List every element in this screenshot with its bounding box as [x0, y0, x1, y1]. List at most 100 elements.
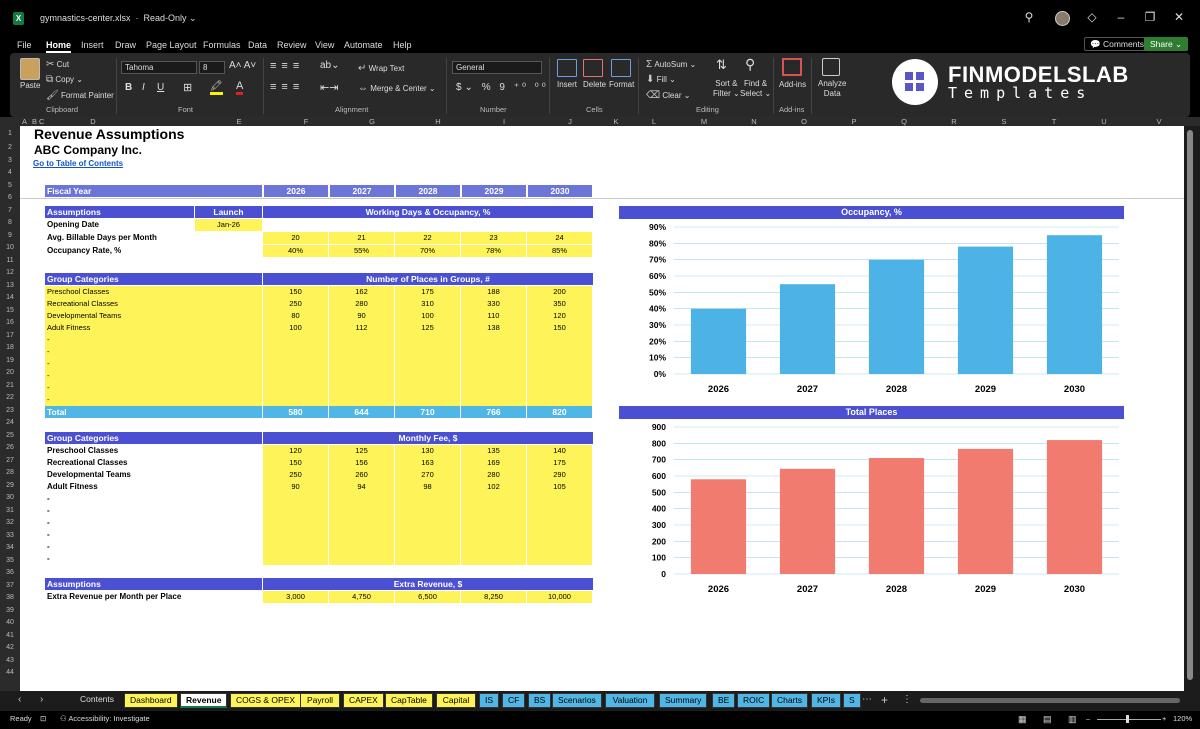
extra-revenue-cell[interactable]: 3,000 — [263, 591, 328, 603]
row-header-35[interactable]: 35 — [0, 555, 20, 568]
fee-cell[interactable]: 98 — [395, 481, 460, 493]
prev-sheet-icon[interactable]: ‹ — [18, 694, 21, 705]
places-cell[interactable] — [527, 382, 592, 394]
row-header-9[interactable]: 9 — [0, 230, 20, 243]
indent-icons[interactable]: ⇤⇥ — [320, 81, 338, 94]
menu-home[interactable]: Home — [46, 40, 72, 53]
bold-button[interactable]: B — [125, 82, 132, 93]
row-header-21[interactable]: 21 — [0, 380, 20, 393]
diamond-icon[interactable]: ◇ — [1083, 10, 1101, 24]
sheet-tab-payroll[interactable]: Payroll — [300, 693, 340, 708]
horizontal-scrollbar[interactable] — [920, 698, 1180, 703]
font-name-select[interactable]: Tahoma — [121, 61, 197, 74]
column-header-l[interactable]: L — [629, 117, 679, 126]
fee-cell[interactable] — [263, 493, 328, 505]
add-sheet-icon[interactable]: + — [881, 693, 888, 707]
fee-cell[interactable]: 105 — [527, 481, 592, 493]
places-cell[interactable]: 150 — [263, 286, 328, 298]
sheet-tab-charts[interactable]: Charts — [771, 693, 809, 708]
places-cell[interactable] — [263, 394, 328, 406]
merge-center-button[interactable]: ⇔ Merge & Center ⌄ — [358, 83, 436, 94]
extra-revenue-cell[interactable]: 6,500 — [395, 591, 460, 603]
places-cell[interactable] — [461, 346, 526, 358]
format-painter-button[interactable]: 🖌 Format Painter — [46, 90, 114, 101]
fill-color-icon[interactable]: 🖍 — [210, 81, 223, 95]
places-category-label[interactable]: - — [45, 370, 262, 382]
fee-cell[interactable] — [461, 517, 526, 529]
fee-cell[interactable] — [263, 517, 328, 529]
opening-date-value[interactable]: Jan-26 — [195, 219, 262, 231]
sheet-tab-capex[interactable]: CAPEX — [343, 693, 384, 708]
menu-formulas[interactable]: Formulas — [203, 40, 241, 50]
fee-cell[interactable]: 270 — [395, 469, 460, 481]
fee-cell[interactable] — [461, 493, 526, 505]
page-break-icon[interactable]: ▥ — [1068, 714, 1077, 725]
row-header-2[interactable]: 2 — [0, 142, 20, 155]
places-cell[interactable]: 350 — [527, 298, 592, 310]
fee-cell[interactable] — [395, 493, 460, 505]
places-cell[interactable] — [395, 382, 460, 394]
row-header-1[interactable]: 1 — [0, 128, 20, 142]
places-cell[interactable]: 80 — [263, 310, 328, 322]
fee-cell[interactable]: 130 — [395, 445, 460, 457]
sheet-tab-captable[interactable]: CapTable — [385, 693, 433, 708]
zoom-slider-thumb[interactable] — [1126, 715, 1129, 723]
vertical-align-icons[interactable]: ≡≡≡ — [270, 60, 304, 72]
restore-icon[interactable]: ❐ — [1141, 10, 1159, 24]
number-format-icons[interactable]: $⌄ % 9 ⁺⁰ ⁰⁰ — [456, 82, 549, 93]
share-button[interactable]: Share ⌄ — [1144, 37, 1189, 51]
column-header-e[interactable]: E — [205, 117, 273, 126]
billable-days-cell[interactable]: 20 — [263, 232, 328, 244]
fee-cell[interactable]: 163 — [395, 457, 460, 469]
avatar[interactable] — [1055, 11, 1070, 26]
sheet-tab-scenarios[interactable]: Scenarios — [552, 693, 602, 708]
minimize-icon[interactable]: – — [1112, 10, 1130, 24]
wrap-text-button[interactable]: ↵ Wrap Text — [358, 63, 404, 74]
billable-days-cell[interactable]: 24 — [527, 232, 592, 244]
sheet-tab-valuation[interactable]: Valuation — [605, 693, 655, 708]
sort-icon[interactable]: ⇅ — [716, 57, 727, 73]
places-cell[interactable] — [527, 346, 592, 358]
fee-cell[interactable]: 125 — [329, 445, 394, 457]
menu-automate[interactable]: Automate — [344, 40, 383, 50]
fee-cell[interactable] — [263, 505, 328, 517]
menu-file[interactable]: File — [17, 40, 32, 50]
row-header-12[interactable]: 12 — [0, 267, 20, 280]
menu-help[interactable]: Help — [393, 40, 412, 50]
column-header-n[interactable]: N — [729, 117, 779, 126]
occupancy-rate-cell[interactable]: 70% — [395, 245, 460, 257]
column-header-d[interactable]: D — [44, 117, 142, 126]
places-cell[interactable]: 120 — [527, 310, 592, 322]
places-cell[interactable]: 100 — [263, 322, 328, 334]
places-cell[interactable] — [395, 346, 460, 358]
row-header-8[interactable]: 8 — [0, 217, 20, 230]
cut-button[interactable]: ✂ Cut — [46, 59, 69, 70]
places-cell[interactable]: 330 — [461, 298, 526, 310]
fee-cell[interactable] — [395, 505, 460, 517]
close-icon[interactable]: ✕ — [1170, 10, 1188, 24]
fee-cell[interactable] — [527, 529, 592, 541]
column-header-a[interactable]: A — [20, 117, 29, 126]
copy-button[interactable]: ⧉ Copy ⌄ — [46, 74, 83, 85]
next-sheet-icon[interactable]: › — [40, 694, 43, 705]
fee-cell[interactable] — [527, 505, 592, 517]
horizontal-align-icons[interactable]: ≡≡≡ — [270, 81, 304, 93]
column-header-b[interactable]: B — [30, 117, 39, 126]
format-button[interactable]: Format — [609, 80, 634, 89]
places-cell[interactable] — [395, 358, 460, 370]
fee-cell[interactable]: 290 — [527, 469, 592, 481]
row-header-10[interactable]: 10 — [0, 242, 20, 255]
places-cell[interactable] — [329, 394, 394, 406]
column-header-k[interactable]: K — [603, 117, 629, 126]
fee-cell[interactable]: 250 — [263, 469, 328, 481]
places-category-label[interactable]: Preschool Classes — [45, 286, 262, 298]
zoom-in-icon[interactable]: + — [1162, 714, 1166, 723]
places-cell[interactable] — [527, 358, 592, 370]
more-sheets-icon[interactable]: ⋯ — [862, 694, 872, 705]
places-cell[interactable] — [263, 358, 328, 370]
insert-icon[interactable] — [557, 59, 577, 77]
menu-draw[interactable]: Draw — [115, 40, 136, 50]
fee-cell[interactable] — [263, 541, 328, 553]
places-cell[interactable] — [263, 382, 328, 394]
places-cell[interactable]: 110 — [461, 310, 526, 322]
